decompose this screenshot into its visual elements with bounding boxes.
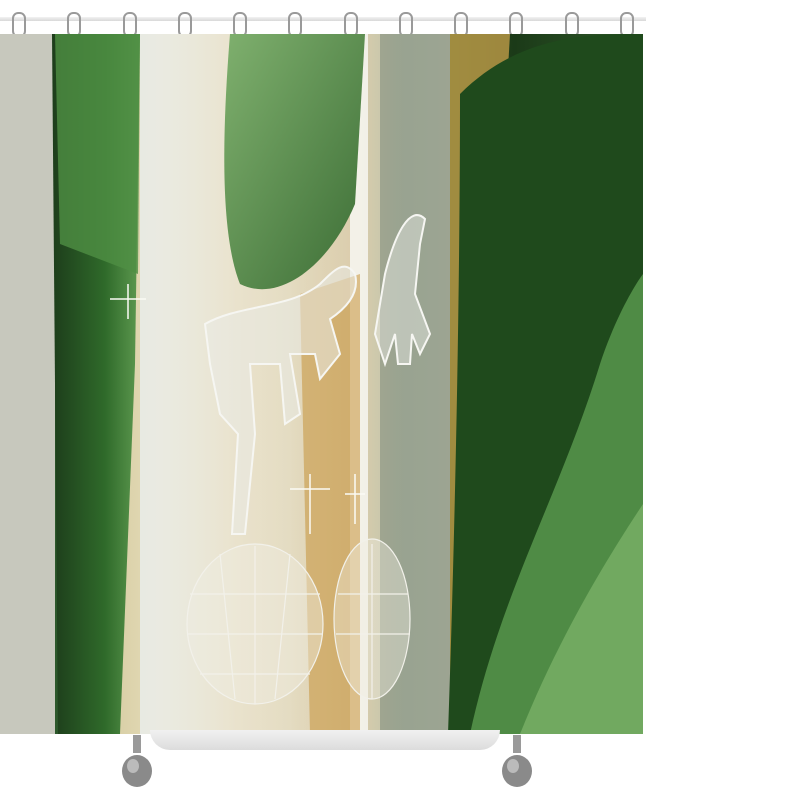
tub-foot-right [500, 735, 534, 790]
tub-foot-left [120, 735, 154, 790]
product-photo [0, 0, 800, 800]
leaf-left-highlight [55, 34, 140, 274]
tub-rim [150, 730, 500, 750]
curtain-rod [0, 17, 646, 21]
curtain-print [0, 34, 643, 734]
globe-engraving [186, 543, 324, 705]
curtain-panel [0, 34, 643, 734]
backdrop-left [0, 34, 55, 734]
globe-engraving-reflection [333, 538, 411, 700]
